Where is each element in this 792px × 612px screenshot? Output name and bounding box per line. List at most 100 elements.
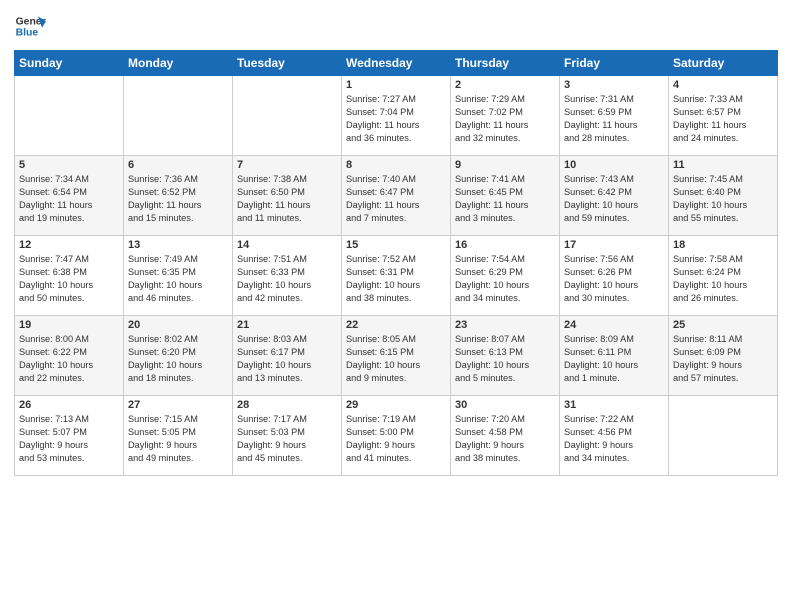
day-info: Sunrise: 8:02 AMSunset: 6:20 PMDaylight:…	[128, 333, 228, 385]
day-info: Sunrise: 7:47 AMSunset: 6:38 PMDaylight:…	[19, 253, 119, 305]
weekday-header-thursday: Thursday	[451, 51, 560, 76]
week-row-3: 19Sunrise: 8:00 AMSunset: 6:22 PMDayligh…	[15, 316, 778, 396]
day-cell: 12Sunrise: 7:47 AMSunset: 6:38 PMDayligh…	[15, 236, 124, 316]
day-info: Sunrise: 7:43 AMSunset: 6:42 PMDaylight:…	[564, 173, 664, 225]
day-number: 20	[128, 319, 228, 331]
day-cell: 2Sunrise: 7:29 AMSunset: 7:02 PMDaylight…	[451, 76, 560, 156]
weekday-header-wednesday: Wednesday	[342, 51, 451, 76]
day-cell: 15 Sunrise: 7:52 AMSunset: 6:31 PMDayligh…	[342, 236, 451, 316]
day-info: Sunrise: 7:17 AMSunset: 5:03 PMDaylight:…	[237, 413, 337, 465]
day-cell: 31 Sunrise: 7:22 AMSunset: 4:56 PMDayligh…	[560, 396, 669, 476]
day-cell: 4 Sunrise: 7:33 AMSunset: 6:57 PMDaylight…	[669, 76, 778, 156]
day-info: Sunrise: 7:52 AMSunset: 6:31 PMDaylight:…	[346, 253, 446, 305]
day-number: 27	[128, 399, 228, 411]
day-number: 16	[455, 239, 555, 251]
day-info: Sunrise: 7:49 AMSunset: 6:35 PMDaylight:…	[128, 253, 228, 305]
day-info: Sunrise: 8:11 AMSunset: 6:09 PMDaylight:…	[673, 333, 773, 385]
day-cell: 22 Sunrise: 8:05 AMSunset: 6:15 PMDayligh…	[342, 316, 451, 396]
day-cell: 18 Sunrise: 7:58 AMSunset: 6:24 PMDayligh…	[669, 236, 778, 316]
day-info: Sunrise: 7:15 AMSunset: 5:05 PMDaylight:…	[128, 413, 228, 465]
day-info: Sunrise: 7:31 AMSunset: 6:59 PMDaylight:…	[564, 93, 664, 145]
day-number: 14	[237, 239, 337, 251]
day-number: 25	[673, 319, 773, 331]
logo: General Blue	[14, 10, 46, 42]
day-cell: 7 Sunrise: 7:38 AMSunset: 6:50 PMDaylight…	[233, 156, 342, 236]
day-cell: 19Sunrise: 8:00 AMSunset: 6:22 PMDayligh…	[15, 316, 124, 396]
day-info: Sunrise: 8:07 AMSunset: 6:13 PMDaylight:…	[455, 333, 555, 385]
day-cell	[124, 76, 233, 156]
day-info: Sunrise: 8:03 AMSunset: 6:17 PMDaylight:…	[237, 333, 337, 385]
day-number: 31	[564, 399, 664, 411]
day-cell: 5 Sunrise: 7:34 AMSunset: 6:54 PMDaylight…	[15, 156, 124, 236]
day-cell: 29Sunrise: 7:19 AMSunset: 5:00 PMDayligh…	[342, 396, 451, 476]
week-row-0: 1 Sunrise: 7:27 AMSunset: 7:04 PMDaylight…	[15, 76, 778, 156]
day-info: Sunrise: 7:13 AMSunset: 5:07 PMDaylight:…	[19, 413, 119, 465]
header: General Blue	[14, 10, 778, 42]
day-number: 5	[19, 159, 119, 171]
week-row-2: 12Sunrise: 7:47 AMSunset: 6:38 PMDayligh…	[15, 236, 778, 316]
day-number: 7	[237, 159, 337, 171]
day-info: Sunrise: 7:38 AMSunset: 6:50 PMDaylight:…	[237, 173, 337, 225]
day-info: Sunrise: 7:56 AMSunset: 6:26 PMDaylight:…	[564, 253, 664, 305]
day-info: Sunrise: 8:05 AMSunset: 6:15 PMDaylight:…	[346, 333, 446, 385]
day-cell: 23 Sunrise: 8:07 AMSunset: 6:13 PMDayligh…	[451, 316, 560, 396]
day-info: Sunrise: 7:33 AMSunset: 6:57 PMDaylight:…	[673, 93, 773, 145]
day-number: 21	[237, 319, 337, 331]
day-cell: 17 Sunrise: 7:56 AMSunset: 6:26 PMDayligh…	[560, 236, 669, 316]
day-info: Sunrise: 8:09 AMSunset: 6:11 PMDaylight:…	[564, 333, 664, 385]
day-info: Sunrise: 7:27 AMSunset: 7:04 PMDaylight:…	[346, 93, 446, 145]
day-number: 18	[673, 239, 773, 251]
day-number: 15	[346, 239, 446, 251]
day-number: 13	[128, 239, 228, 251]
day-number: 10	[564, 159, 664, 171]
day-info: Sunrise: 7:41 AMSunset: 6:45 PMDaylight:…	[455, 173, 555, 225]
day-info: Sunrise: 7:40 AMSunset: 6:47 PMDaylight:…	[346, 173, 446, 225]
day-cell: 9 Sunrise: 7:41 AMSunset: 6:45 PMDaylight…	[451, 156, 560, 236]
weekday-header-friday: Friday	[560, 51, 669, 76]
day-number: 6	[128, 159, 228, 171]
day-info: Sunrise: 7:29 AMSunset: 7:02 PMDaylight:…	[455, 93, 555, 145]
day-cell: 24 Sunrise: 8:09 AMSunset: 6:11 PMDayligh…	[560, 316, 669, 396]
weekday-header-sunday: Sunday	[15, 51, 124, 76]
day-number: 24	[564, 319, 664, 331]
weekday-header-tuesday: Tuesday	[233, 51, 342, 76]
day-cell: 28 Sunrise: 7:17 AMSunset: 5:03 PMDayligh…	[233, 396, 342, 476]
day-info: Sunrise: 7:20 AMSunset: 4:58 PMDaylight:…	[455, 413, 555, 465]
day-cell: 30 Sunrise: 7:20 AMSunset: 4:58 PMDayligh…	[451, 396, 560, 476]
day-cell	[669, 396, 778, 476]
day-number: 1	[346, 79, 446, 91]
day-cell: 21 Sunrise: 8:03 AMSunset: 6:17 PMDayligh…	[233, 316, 342, 396]
day-number: 4	[673, 79, 773, 91]
day-cell: 10 Sunrise: 7:43 AMSunset: 6:42 PMDayligh…	[560, 156, 669, 236]
day-cell: 3Sunrise: 7:31 AMSunset: 6:59 PMDaylight…	[560, 76, 669, 156]
day-number: 30	[455, 399, 555, 411]
day-info: Sunrise: 7:34 AMSunset: 6:54 PMDaylight:…	[19, 173, 119, 225]
week-row-1: 5 Sunrise: 7:34 AMSunset: 6:54 PMDaylight…	[15, 156, 778, 236]
day-info: Sunrise: 8:00 AMSunset: 6:22 PMDaylight:…	[19, 333, 119, 385]
svg-text:Blue: Blue	[16, 28, 39, 39]
day-number: 23	[455, 319, 555, 331]
day-cell	[15, 76, 124, 156]
calendar-body: 1 Sunrise: 7:27 AMSunset: 7:04 PMDaylight…	[15, 76, 778, 476]
weekday-header-row: SundayMondayTuesdayWednesdayThursdayFrid…	[15, 51, 778, 76]
day-info: Sunrise: 7:22 AMSunset: 4:56 PMDaylight:…	[564, 413, 664, 465]
day-cell: 13 Sunrise: 7:49 AMSunset: 6:35 PMDayligh…	[124, 236, 233, 316]
day-number: 11	[673, 159, 773, 171]
day-cell: 14 Sunrise: 7:51 AMSunset: 6:33 PMDayligh…	[233, 236, 342, 316]
day-info: Sunrise: 7:58 AMSunset: 6:24 PMDaylight:…	[673, 253, 773, 305]
day-number: 22	[346, 319, 446, 331]
day-number: 17	[564, 239, 664, 251]
day-info: Sunrise: 7:51 AMSunset: 6:33 PMDaylight:…	[237, 253, 337, 305]
day-info: Sunrise: 7:54 AMSunset: 6:29 PMDaylight:…	[455, 253, 555, 305]
day-cell: 1 Sunrise: 7:27 AMSunset: 7:04 PMDaylight…	[342, 76, 451, 156]
week-row-4: 26Sunrise: 7:13 AMSunset: 5:07 PMDayligh…	[15, 396, 778, 476]
day-number: 28	[237, 399, 337, 411]
day-number: 9	[455, 159, 555, 171]
logo-icon: General Blue	[14, 10, 46, 42]
day-cell: 16 Sunrise: 7:54 AMSunset: 6:29 PMDayligh…	[451, 236, 560, 316]
day-cell	[233, 76, 342, 156]
weekday-header-monday: Monday	[124, 51, 233, 76]
day-cell: 26Sunrise: 7:13 AMSunset: 5:07 PMDayligh…	[15, 396, 124, 476]
day-number: 8	[346, 159, 446, 171]
weekday-header-saturday: Saturday	[669, 51, 778, 76]
